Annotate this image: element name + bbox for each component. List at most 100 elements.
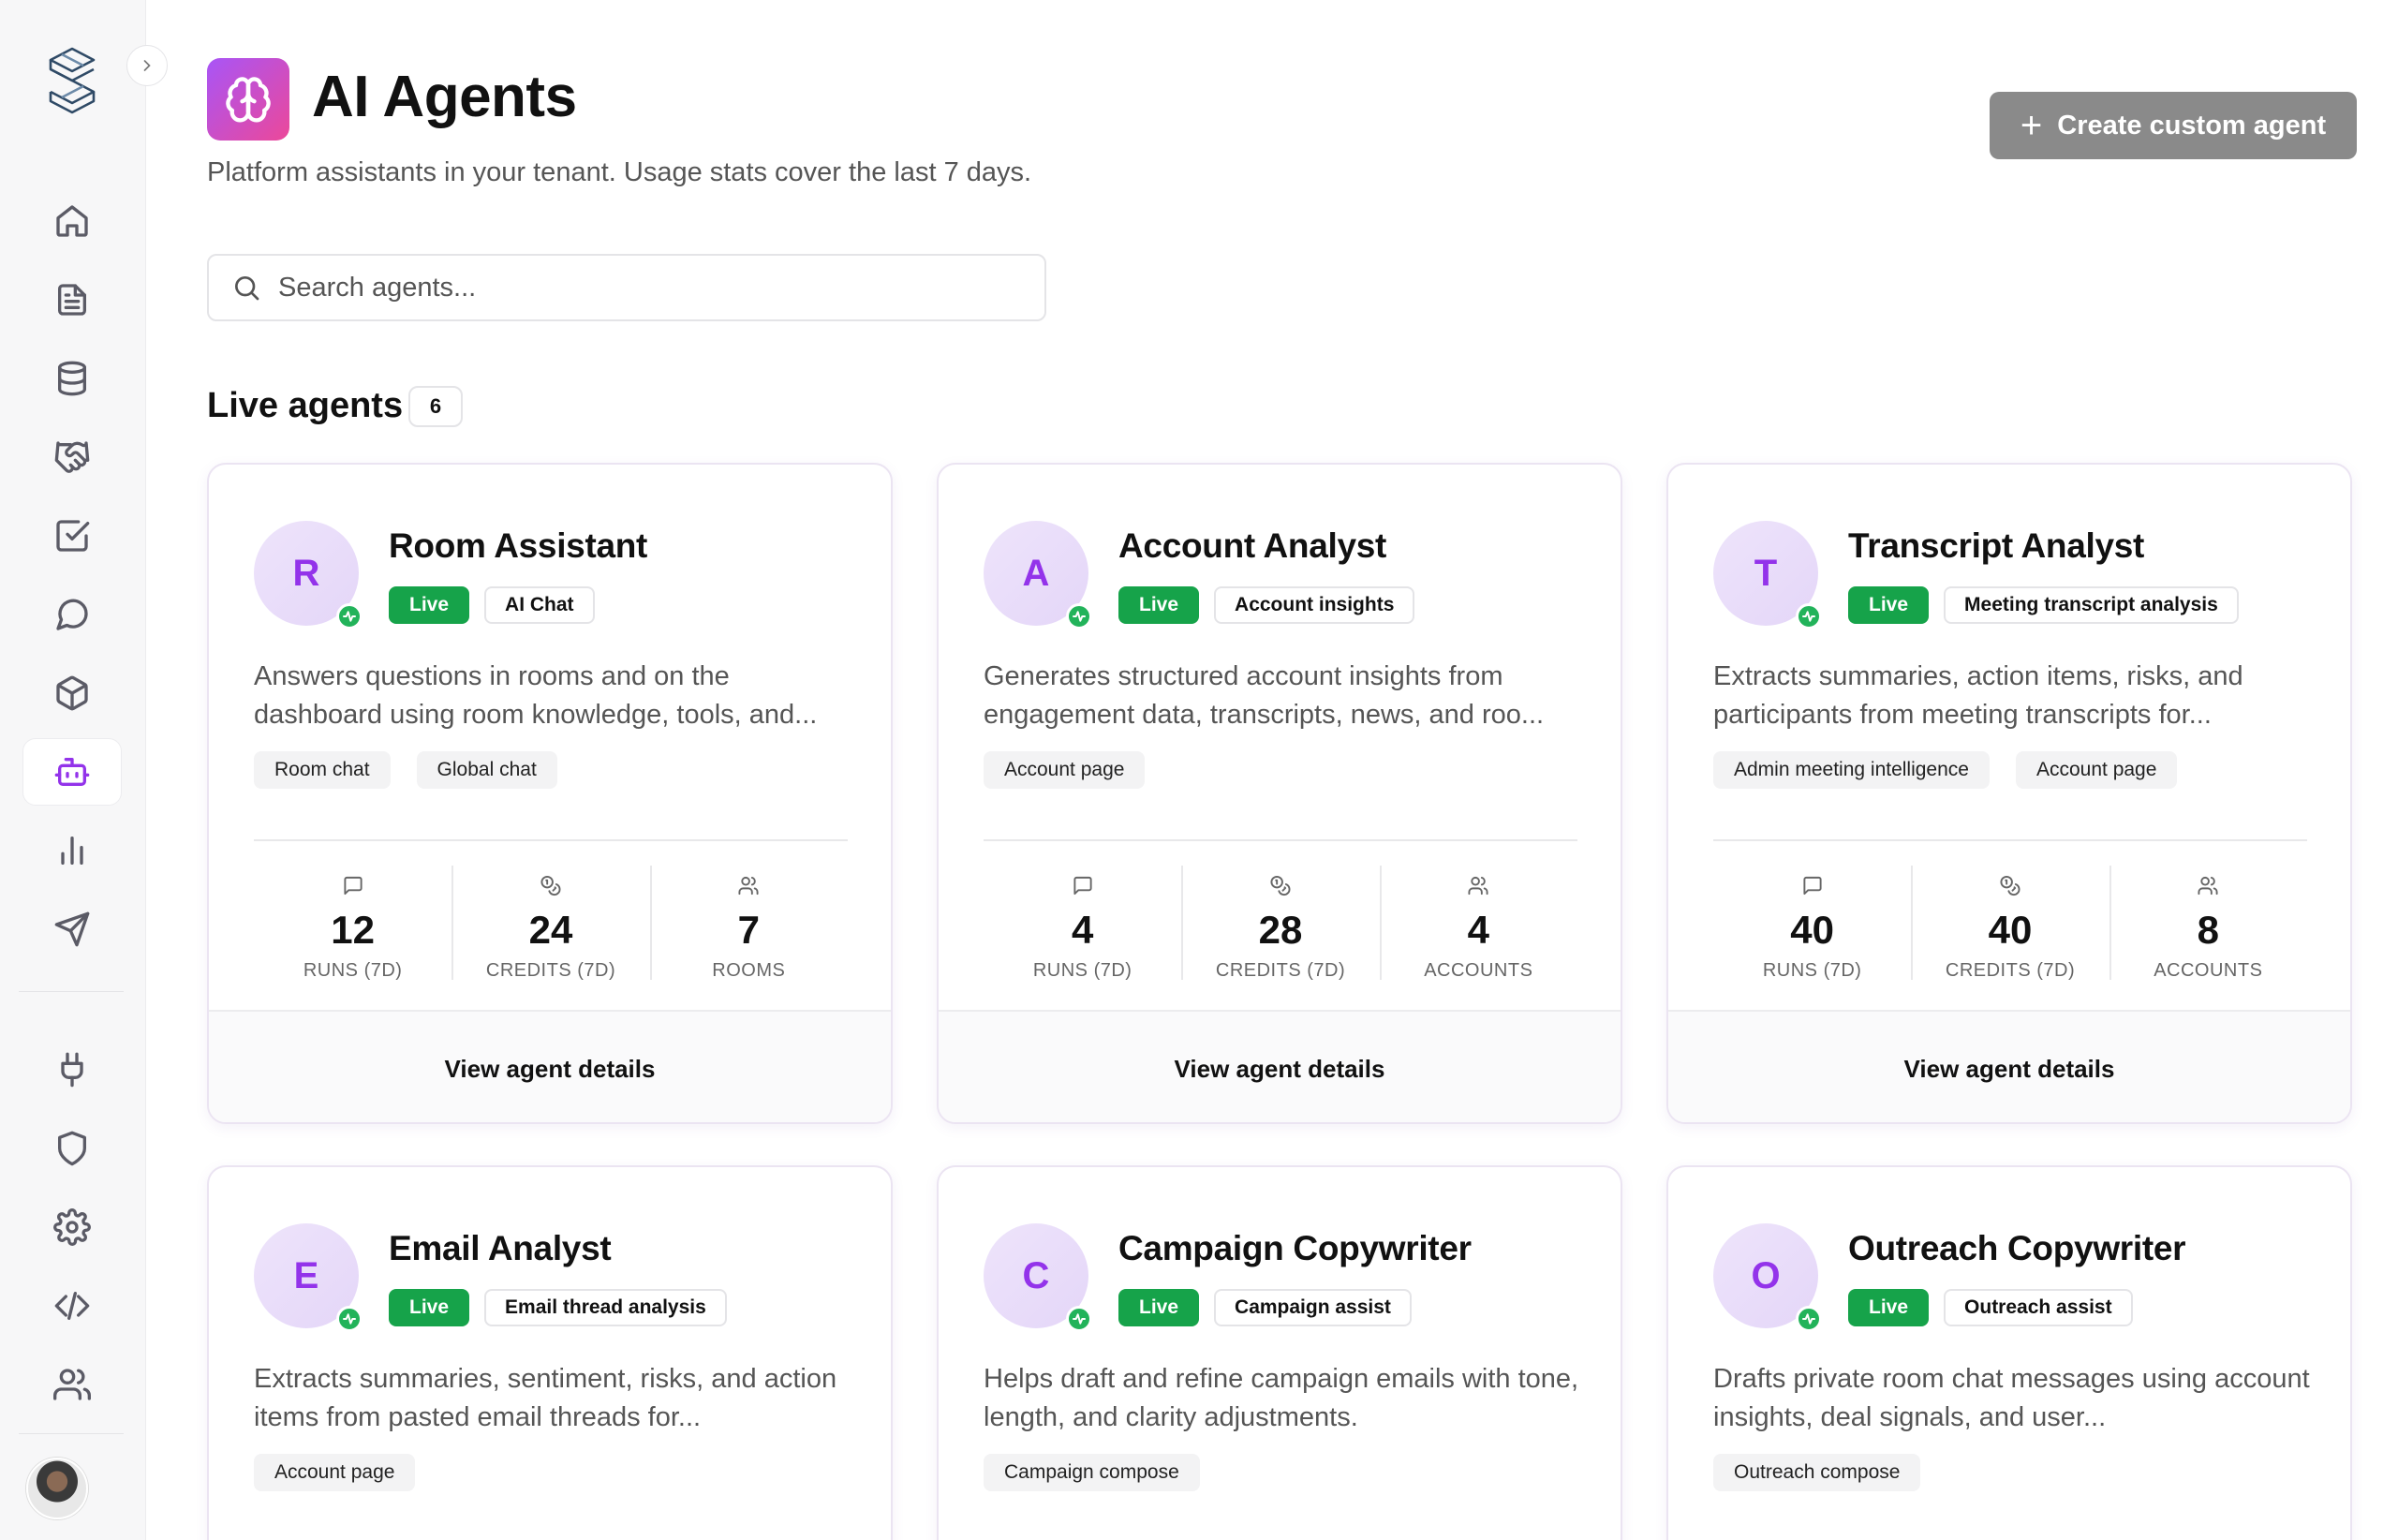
sidebar-item-tasks[interactable]: [22, 502, 122, 570]
stat-label: CREDITS (7D): [1945, 960, 2076, 981]
agent-card[interactable]: C Campaign Copywriter Live Campaign assis…: [937, 1165, 1622, 1540]
surface-chip: Room chat: [254, 751, 391, 789]
surface-chip: Account page: [984, 751, 1146, 789]
stat-label: ROOMS: [712, 960, 786, 981]
stat-value: 40: [1988, 908, 2033, 952]
stat-value: 4: [1467, 908, 1489, 952]
agent-name: Transcript Analyst: [1848, 526, 2145, 565]
agent-name: Campaign Copywriter: [1118, 1229, 1472, 1267]
sidebar-collapse-button[interactable]: [126, 45, 168, 86]
agent-surfaces: Admin meeting intelligence Account page: [1713, 751, 2178, 789]
stat-label: CREDITS (7D): [485, 960, 616, 981]
agent-tags: Live Meeting transcript analysis: [1848, 586, 2239, 624]
agent-description: Helps draft and refine campaign emails w…: [984, 1364, 1579, 1432]
sidebar-divider: [19, 991, 124, 992]
sidebar-item-security[interactable]: [22, 1115, 122, 1182]
stat-label: RUNS (7D): [303, 960, 403, 981]
search-box[interactable]: [207, 254, 1046, 321]
plug-icon: [61, 1052, 83, 1088]
stat-label: ACCOUNTS: [2154, 960, 2263, 981]
sidebar-item-home[interactable]: [22, 187, 122, 255]
stat-item: 4 ACCOUNTS: [1379, 858, 1577, 982]
sidebar-item-outreach[interactable]: [22, 896, 122, 963]
stat-item: 28 CREDITS (7D): [1181, 858, 1379, 982]
agent-stats: 40 RUNS (7D) 40 CREDITS (7D) 8 ACCOUNTS: [1713, 858, 2307, 982]
message-square-icon: [1073, 876, 1092, 896]
sidebar-divider: [19, 1433, 124, 1434]
sidebar-item-developer[interactable]: [22, 1272, 122, 1340]
agent-name: Room Assistant: [389, 526, 648, 565]
activity-status-icon: [1066, 1306, 1092, 1332]
view-agent-details-button[interactable]: View agent details: [1668, 1010, 2350, 1122]
agent-card[interactable]: O Outreach Copywriter Live Outreach assis…: [1666, 1165, 2352, 1540]
stat-label: ACCOUNTS: [1424, 960, 1533, 981]
view-agent-details-button[interactable]: View agent details: [209, 1010, 891, 1122]
category-badge: AI Chat: [484, 586, 595, 624]
stat-item: 40 CREDITS (7D): [1911, 858, 2109, 982]
agent-card[interactable]: R Room Assistant Live AI Chat Answers que…: [207, 463, 893, 1124]
search-input[interactable]: [278, 272, 1009, 304]
stat-value: 28: [1258, 908, 1303, 952]
agent-tags: Live Outreach assist: [1848, 1289, 2133, 1326]
surface-chip: Global chat: [416, 751, 557, 789]
agent-card[interactable]: A Account Analyst Live Account insights G…: [937, 463, 1622, 1124]
package-icon: [56, 675, 88, 711]
agent-count-badge: 6: [408, 386, 463, 427]
coins-icon: [540, 875, 561, 896]
message-square-icon: [1803, 876, 1822, 896]
view-agent-details-button[interactable]: View agent details: [939, 1010, 1621, 1122]
sidebar-item-products[interactable]: [22, 659, 122, 727]
handshake-icon: [54, 441, 90, 473]
sidebar-item-ai-agents[interactable]: [22, 738, 122, 806]
activity-status-icon: [336, 603, 363, 629]
stat-label: CREDITS (7D): [1215, 960, 1346, 981]
section-title: Live agents: [207, 386, 404, 425]
agent-stats: 12 RUNS (7D) 24 CREDITS (7D) 7 ROOMS: [254, 858, 848, 982]
agent-description: Generates structured account insights fr…: [984, 661, 1545, 730]
agent-card[interactable]: T Transcript Analyst Live Meeting transcr…: [1666, 463, 2352, 1124]
sidebar-item-analytics[interactable]: [22, 817, 122, 884]
plus-icon: +: [2020, 105, 2043, 146]
agent-description: Drafts private room chat messages using …: [1713, 1364, 2310, 1432]
stat-label: RUNS (7D): [1032, 960, 1132, 981]
agent-surfaces: Campaign compose: [984, 1454, 1200, 1491]
agent-surfaces: Account page: [254, 1454, 416, 1491]
surface-chip: Account page: [254, 1454, 416, 1491]
stat-item: 24 CREDITS (7D): [451, 858, 649, 982]
surface-chip: Admin meeting intelligence: [1713, 751, 1990, 789]
sidebar-item-integrations[interactable]: [22, 1036, 122, 1103]
avatar[interactable]: [26, 1458, 88, 1519]
stat-value: 12: [331, 908, 376, 952]
sidebar-item-deals[interactable]: [22, 423, 122, 491]
message-square-icon: [344, 876, 363, 896]
sidebar-item-team[interactable]: [22, 1351, 122, 1418]
sidebar-item-documents[interactable]: [22, 266, 122, 333]
page-subtitle: Platform assistants in your tenant. Usag…: [207, 157, 1032, 187]
status-badge: Live: [389, 586, 470, 624]
stat-item: 40 RUNS (7D): [1713, 858, 1911, 982]
sidebar-item-chat[interactable]: [22, 581, 122, 648]
surface-chip: Account page: [2015, 751, 2178, 789]
category-badge: Meeting transcript analysis: [1944, 586, 2239, 624]
chat-icon: [56, 599, 88, 630]
agent-stats: 4 RUNS (7D) 28 CREDITS (7D) 4 ACCOUNTS: [984, 858, 1577, 982]
agent-card[interactable]: E Email Analyst Live Email thread analysi…: [207, 1165, 893, 1540]
create-custom-agent-button[interactable]: + Create custom agent: [1990, 92, 2357, 159]
agent-surfaces: Room chat Global chat: [254, 751, 557, 789]
agent-surfaces: Account page: [984, 751, 1146, 789]
sidebar-item-data[interactable]: [22, 345, 122, 412]
bar-chart-icon: [61, 837, 83, 865]
send-icon: [54, 911, 90, 947]
agent-tags: Live Account insights: [1118, 586, 1415, 624]
sidebar-item-settings[interactable]: [22, 1193, 122, 1261]
stat-value: 24: [528, 908, 573, 952]
stat-value: 40: [1790, 908, 1835, 952]
brain-icon: [226, 77, 271, 123]
brand-logo-icon[interactable]: [41, 43, 103, 118]
coins-icon: [1270, 875, 1291, 896]
agent-name: Outreach Copywriter: [1848, 1229, 2186, 1267]
stat-item: 4 RUNS (7D): [984, 858, 1181, 982]
activity-status-icon: [1066, 603, 1092, 629]
agent-tags: Live Email thread analysis: [389, 1289, 727, 1326]
surface-chip: Campaign compose: [984, 1454, 1200, 1491]
